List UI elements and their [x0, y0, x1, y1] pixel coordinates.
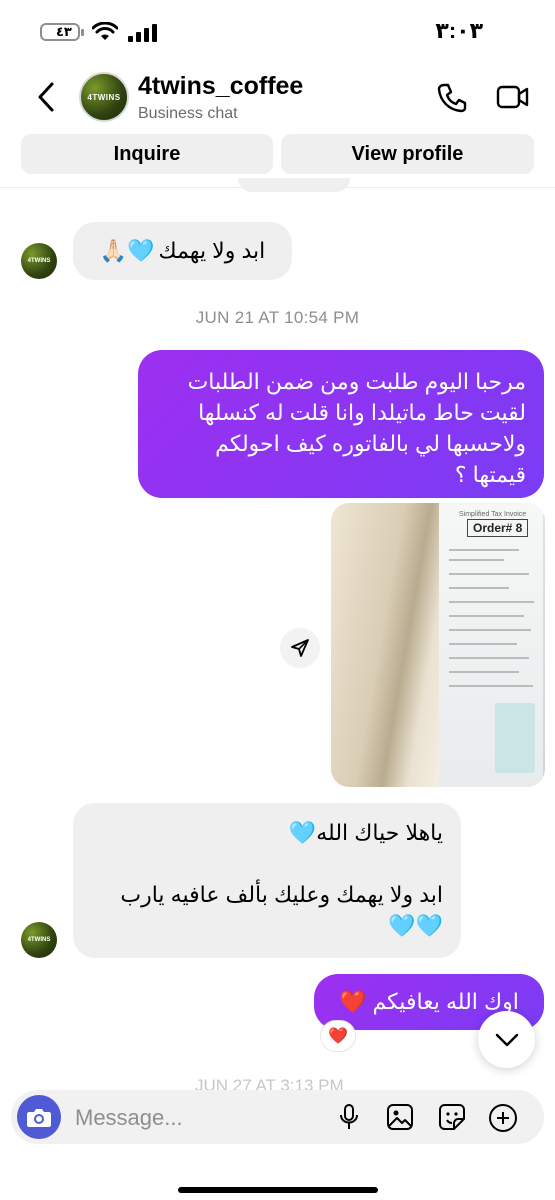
- message-composer: [11, 1090, 544, 1146]
- phone-icon[interactable]: [436, 82, 468, 114]
- signal-icon: [128, 24, 157, 42]
- back-icon[interactable]: [32, 80, 62, 114]
- microphone-icon[interactable]: [338, 1103, 360, 1131]
- chevron-down-icon: [495, 1033, 518, 1046]
- message-timestamp: JUN 21 AT 10:54 PM: [195, 308, 360, 327]
- gallery-icon[interactable]: [386, 1103, 414, 1131]
- outgoing-message[interactable]: مرحبا اليوم طلبت ومن ضمن الطلبات لقيت حا…: [138, 350, 544, 498]
- camera-button[interactable]: [17, 1095, 61, 1139]
- chat-subtitle: Business chat: [138, 105, 238, 122]
- receipt-image: Simplified Tax Invoice Order# 8: [439, 503, 543, 787]
- message-text: ياهلا حياك الله: [316, 820, 443, 845]
- avatar-text: 4TWINS: [87, 92, 121, 102]
- inquire-button[interactable]: Inquire: [21, 134, 273, 174]
- status-bar: ٤٣ ٣:٠٣: [0, 0, 555, 62]
- plus-icon[interactable]: [488, 1103, 518, 1133]
- home-indicator: [178, 1187, 378, 1193]
- message-emoji: 🩵🩵: [388, 913, 443, 938]
- share-button[interactable]: [280, 628, 320, 668]
- message-text: اوك الله يعافيكم: [372, 989, 519, 1014]
- message-input[interactable]: [73, 1090, 327, 1146]
- message-emoji: ❤️: [339, 989, 367, 1014]
- photo-attachment[interactable]: Simplified Tax Invoice Order# 8: [331, 503, 545, 787]
- message-text: مرحبا اليوم طلبت ومن ضمن الطلبات لقيت حا…: [187, 369, 526, 487]
- avatar[interactable]: 4TWINS: [79, 72, 129, 122]
- chat-title[interactable]: 4twins_coffee: [138, 72, 303, 101]
- receipt-order-number: Order# 8: [467, 519, 529, 537]
- incoming-message[interactable]: ابد ولا يهمك 🩵🙏🏻: [73, 222, 292, 280]
- battery-icon: ٤٣: [40, 23, 80, 41]
- view-profile-button[interactable]: View profile: [281, 134, 534, 174]
- sender-avatar[interactable]: 4TWINS: [21, 922, 57, 958]
- message-text: ابد ولا يهمك وعليك بألف عافيه يارب: [120, 882, 443, 907]
- battery-level: ٤٣: [56, 24, 72, 39]
- message-emoji: 🩵: [288, 820, 317, 845]
- message-emoji: 🩵🙏🏻: [99, 238, 155, 263]
- wifi-icon: [92, 22, 118, 40]
- incoming-message[interactable]: ياهلا حياك الله🩵 ابد ولا يهمك وعليك بألف…: [73, 803, 461, 958]
- camera-icon: [27, 1109, 51, 1127]
- share-icon: [291, 639, 309, 657]
- scroll-to-bottom-button[interactable]: [478, 1011, 535, 1068]
- message-text: ابد ولا يهمك: [158, 238, 266, 263]
- reaction-badge[interactable]: ❤️: [320, 1020, 356, 1052]
- receipt-title: Simplified Tax Invoice: [459, 511, 527, 518]
- sticker-icon[interactable]: [438, 1103, 466, 1131]
- previous-message-bubble[interactable]: [238, 178, 350, 192]
- video-icon[interactable]: [496, 82, 530, 112]
- sender-avatar[interactable]: 4TWINS: [21, 243, 57, 279]
- status-time: ٣:٠٣: [435, 18, 483, 43]
